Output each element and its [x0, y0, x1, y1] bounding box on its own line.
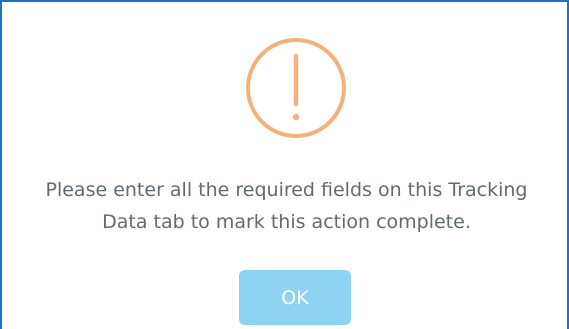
alert-message: Please enter all the required fields on …: [12, 174, 561, 238]
ok-button[interactable]: OK: [239, 270, 351, 325]
alert-message-line-2: Data tab to mark this action complete.: [102, 211, 471, 233]
exclamation-circle-icon: [246, 38, 346, 138]
alert-dialog: Please enter all the required fields on …: [0, 0, 569, 329]
alert-message-line-1: Please enter all the required fields on …: [45, 179, 528, 201]
